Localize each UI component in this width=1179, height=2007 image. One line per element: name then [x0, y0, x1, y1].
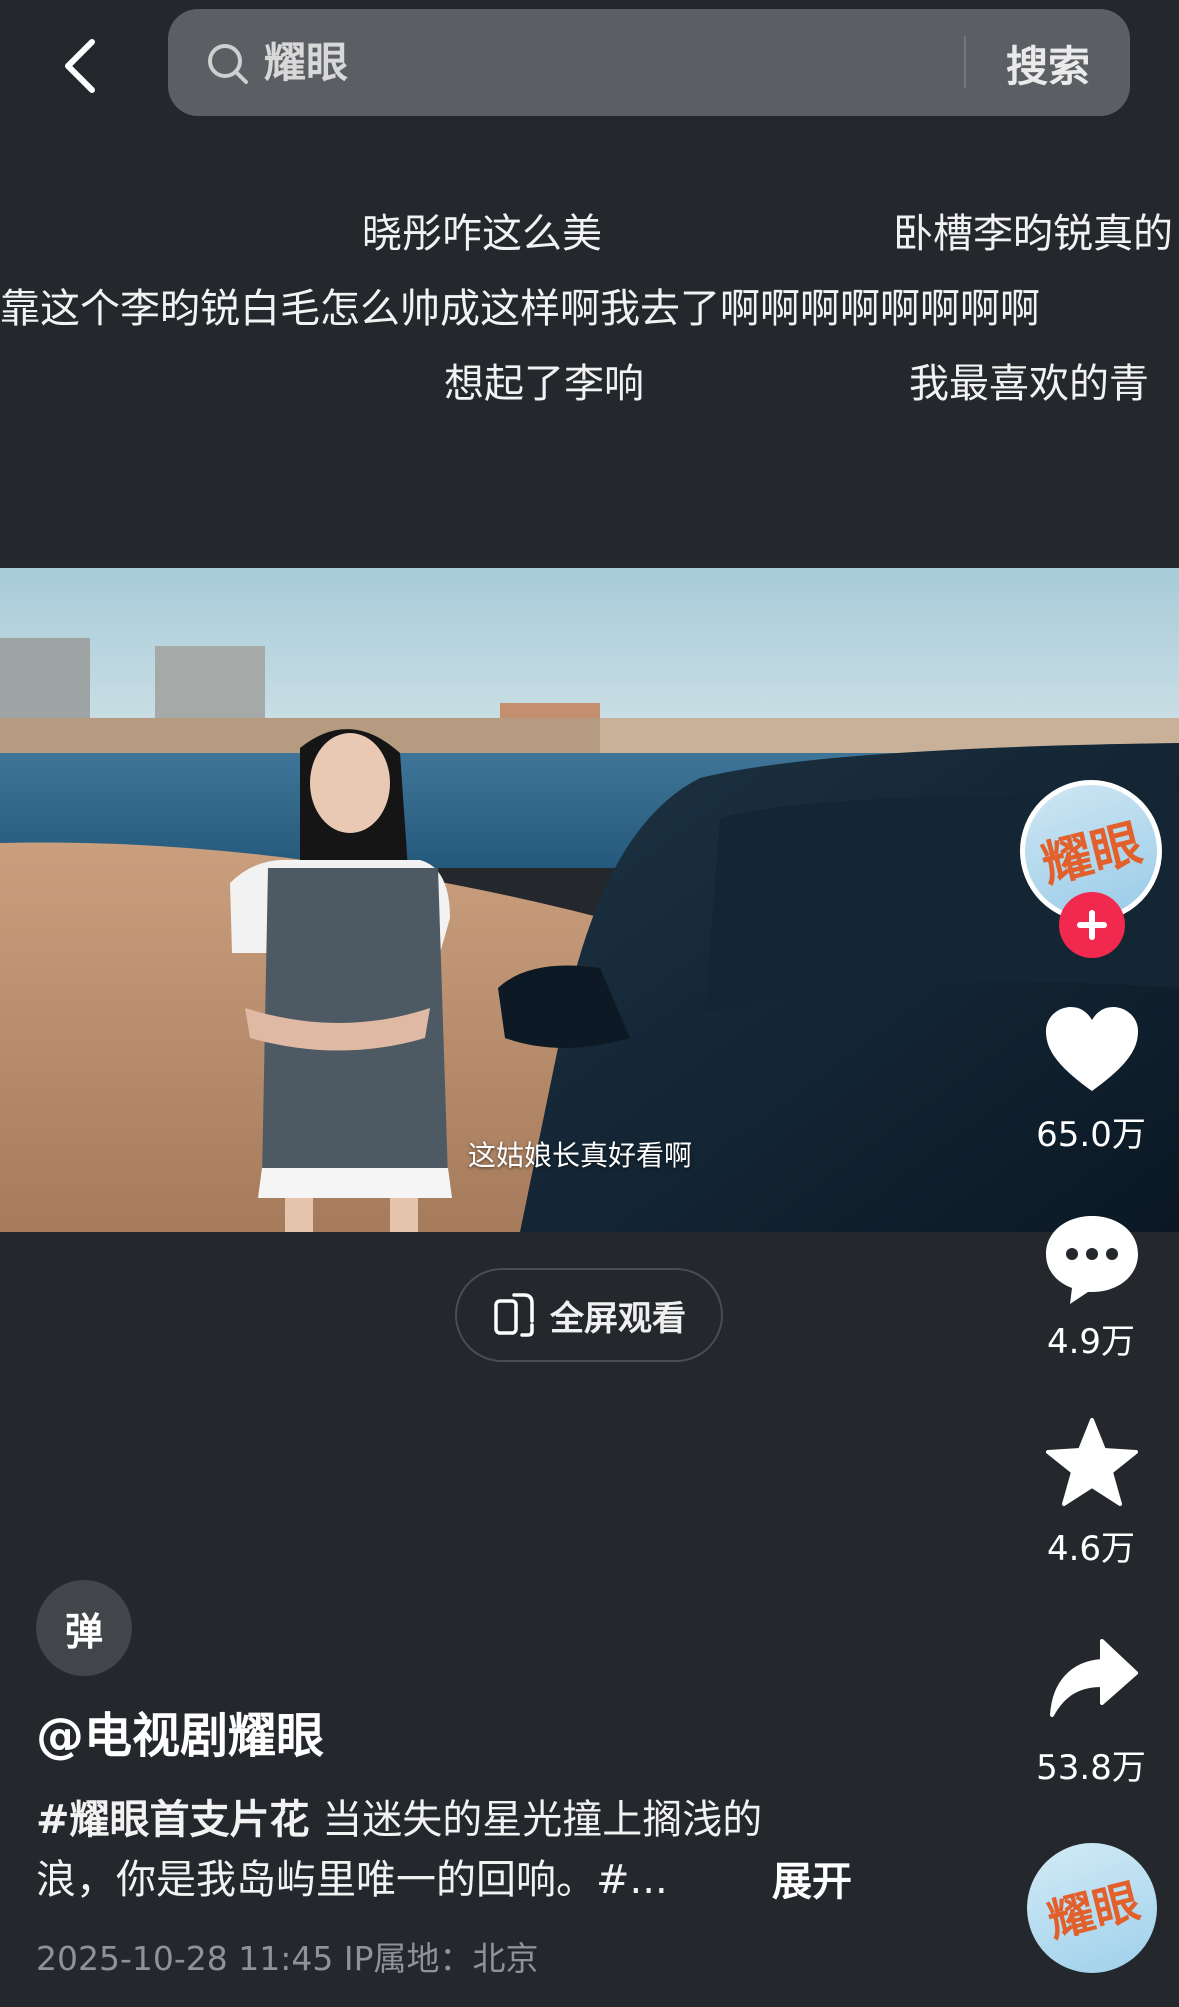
- favorite-count: 4.6万: [1046, 1529, 1136, 1569]
- author-name[interactable]: @电视剧耀眼: [36, 1703, 324, 1769]
- share-arrow-icon: [1050, 1639, 1138, 1717]
- search-input[interactable]: 耀眼: [264, 30, 348, 96]
- heart-icon: [1046, 1007, 1138, 1091]
- danmaku-item: 晓彤咋这么美: [362, 211, 602, 257]
- plus-icon: [1077, 910, 1107, 940]
- follow-button[interactable]: [1059, 892, 1125, 958]
- like-count: 65.0万: [1036, 1115, 1146, 1155]
- danmaku-item: 想起了李响: [444, 361, 644, 407]
- fullscreen-button[interactable]: 全屏观看: [455, 1268, 723, 1362]
- hashtag-link[interactable]: #耀眼首支片花: [36, 1797, 310, 1843]
- logo-text: 耀眼: [1043, 1873, 1145, 1948]
- danmaku-item: 卧槽李昀锐真的: [893, 211, 1173, 257]
- logo-text: 耀眼: [1036, 813, 1147, 894]
- comment-count: 4.9万: [1046, 1322, 1136, 1362]
- post-meta: 2025-10-28 11:45 IP属地：北京: [36, 1939, 539, 1978]
- comment-button[interactable]: [1042, 1212, 1142, 1306]
- share-count: 53.8万: [1036, 1748, 1146, 1788]
- music-disc[interactable]: 耀眼: [1027, 1843, 1157, 1973]
- rotate-screen-icon: [494, 1293, 534, 1337]
- description-text: 浪，你是我岛屿里唯一的回响。#...: [36, 1857, 668, 1903]
- star-icon: [1046, 1418, 1138, 1506]
- search-button[interactable]: 搜索: [966, 24, 1130, 102]
- like-button[interactable]: [1044, 1005, 1140, 1095]
- expand-button[interactable]: 展开: [772, 1852, 852, 1912]
- share-button[interactable]: [1046, 1637, 1140, 1721]
- danmaku-toggle-button[interactable]: 弹: [36, 1580, 132, 1676]
- danmaku-item: 我最喜欢的青: [909, 361, 1149, 407]
- chevron-left-icon: [65, 39, 95, 93]
- video-frame: [0, 568, 1179, 1232]
- video-player[interactable]: [0, 568, 1179, 1232]
- video-subtitle: 这姑娘长真好看啊: [468, 1139, 693, 1172]
- danmaku-item: 靠这个李昀锐白毛怎么帅成这样啊我去了啊啊啊啊啊啊啊啊: [0, 286, 1040, 332]
- favorite-button[interactable]: [1044, 1416, 1140, 1508]
- fullscreen-label: 全屏观看: [550, 1298, 686, 1339]
- search-icon: [208, 44, 248, 84]
- back-button[interactable]: [48, 28, 112, 104]
- description-text: 当迷失的星光撞上搁浅的: [309, 1797, 763, 1843]
- drama-logo-icon: 耀眼: [1043, 1873, 1145, 1948]
